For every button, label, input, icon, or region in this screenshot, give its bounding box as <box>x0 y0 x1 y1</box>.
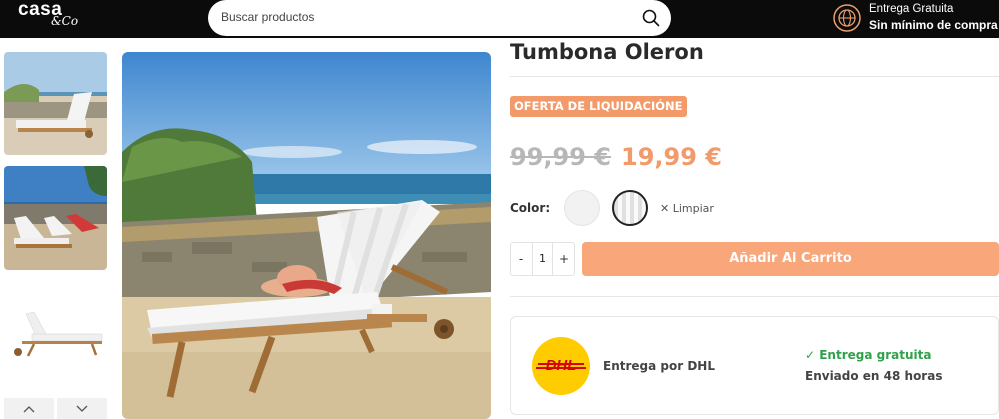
thumbnail-3[interactable] <box>4 282 107 385</box>
svg-text:DHL: DHL <box>546 357 577 374</box>
top-header: casa &Co Buscar productos Entrega Gratui… <box>0 0 999 38</box>
color-swatch-white[interactable] <box>564 190 600 226</box>
chevron-up-icon <box>23 405 35 412</box>
color-swatch-striped[interactable] <box>612 190 648 226</box>
color-label: Color: <box>510 201 551 215</box>
thumbnail-2[interactable] <box>4 166 107 270</box>
shipping-time-label: Enviado en 48 horas <box>805 369 943 383</box>
thumbnail-1[interactable] <box>4 52 107 155</box>
shipping-info-box: DHL Entrega por DHL ✓ Entrega gratuita E… <box>510 316 999 415</box>
quantity-stepper: - 1 + <box>510 242 575 276</box>
dhl-logo: DHL <box>532 337 590 395</box>
globe-delivery-icon <box>833 4 861 32</box>
free-shipping-label: ✓ Entrega gratuita <box>805 348 932 362</box>
main-product-image[interactable] <box>122 52 491 419</box>
free-delivery-banner: Entrega Gratuita Sin mínimo de compra <box>832 0 999 36</box>
qty-increase-button[interactable]: + <box>554 243 574 275</box>
logo-subtext: &Co <box>51 14 79 28</box>
product-title: Tumbona Oleron <box>510 40 704 64</box>
original-price: 99,99 € <box>510 143 611 171</box>
clearance-badge: OFERTA DE LIQUIDACIÓNE <box>510 96 687 117</box>
search-icon[interactable] <box>641 8 661 28</box>
add-to-cart-button[interactable]: Añadir Al Carrito <box>582 242 999 276</box>
carrier-label: Entrega por DHL <box>603 359 715 373</box>
qty-decrease-button[interactable]: - <box>511 243 531 275</box>
thumbnail-down-button[interactable] <box>57 398 107 419</box>
sale-price: 19,99 € <box>621 143 722 171</box>
divider <box>510 296 999 297</box>
search-placeholder: Buscar productos <box>221 10 315 24</box>
logo[interactable]: casa &Co <box>18 0 78 28</box>
delivery-line1: Entrega Gratuita <box>869 3 954 15</box>
chevron-down-icon <box>76 405 88 412</box>
delivery-line2: Sin mínimo de compra <box>869 18 998 32</box>
search-input[interactable]: Buscar productos <box>208 0 671 36</box>
clear-selection-link[interactable]: ✕ Limpiar <box>660 202 714 215</box>
divider <box>510 76 999 77</box>
thumbnail-up-button[interactable] <box>4 398 54 419</box>
quantity-input[interactable]: 1 <box>532 243 553 275</box>
